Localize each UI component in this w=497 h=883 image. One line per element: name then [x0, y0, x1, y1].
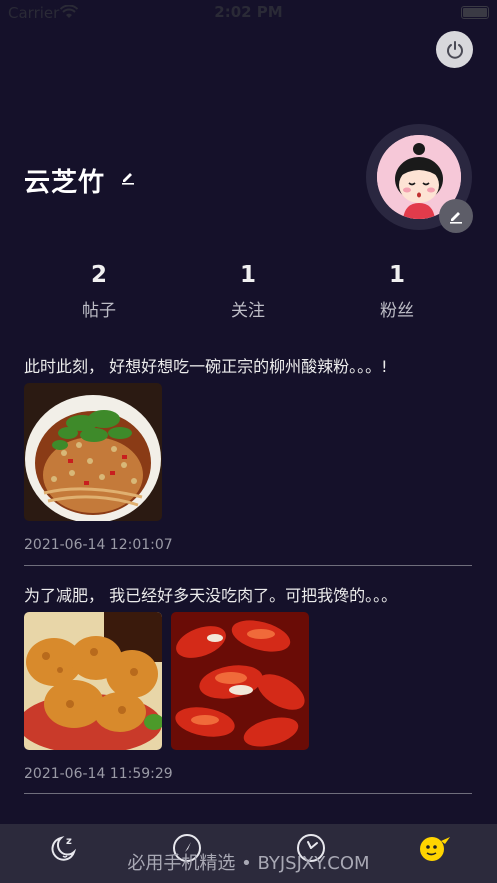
- post-timestamp: 2021-06-14 12:01:07: [24, 537, 173, 553]
- post-photo-noodles[interactable]: [24, 383, 162, 521]
- clock-time: 2:02 PM: [214, 3, 283, 21]
- stat-posts[interactable]: 2 帖子: [49, 262, 149, 321]
- power-icon: [446, 40, 463, 59]
- pencil-icon: [450, 212, 462, 224]
- post-text: 为了减肥， 我已经好多天没吃肉了。可把我馋的。。。: [24, 586, 398, 605]
- pencil-icon: [122, 173, 134, 185]
- battery-icon: [461, 6, 489, 19]
- stat-followers[interactable]: 1 粉丝: [347, 262, 447, 321]
- stat-following-label: 关注: [231, 301, 265, 321]
- stat-following[interactable]: 1 关注: [198, 262, 298, 321]
- stat-posts-count: 2: [90, 262, 107, 288]
- post-divider: [24, 565, 472, 566]
- stat-posts-label: 帖子: [82, 301, 116, 321]
- svg-text:z: z: [66, 836, 72, 847]
- post-photo-fried-chicken[interactable]: [24, 612, 162, 750]
- post-photo-crayfish[interactable]: [171, 612, 309, 750]
- profile-username: 云芝竹: [24, 168, 106, 198]
- stat-following-count: 1: [239, 262, 256, 288]
- profile-stats: 2 帖子 1 关注 1 粉丝: [0, 262, 497, 324]
- post-divider: [24, 793, 472, 794]
- edit-name-button[interactable]: [120, 169, 136, 189]
- watermark-text: 必用手机精选 • BYJSJXY.COM: [127, 853, 370, 874]
- post-timestamp: 2021-06-14 11:59:29: [24, 766, 173, 782]
- stat-followers-label: 粉丝: [380, 301, 414, 321]
- logout-power-button[interactable]: [436, 31, 473, 68]
- status-bar: Carrier 2:02 PM: [0, 0, 497, 26]
- stat-followers-count: 1: [388, 262, 405, 288]
- post-text: 此时此刻， 好想好想吃一碗正宗的柳州酸辣粉。。。!: [24, 357, 388, 376]
- edit-avatar-button[interactable]: [439, 199, 473, 233]
